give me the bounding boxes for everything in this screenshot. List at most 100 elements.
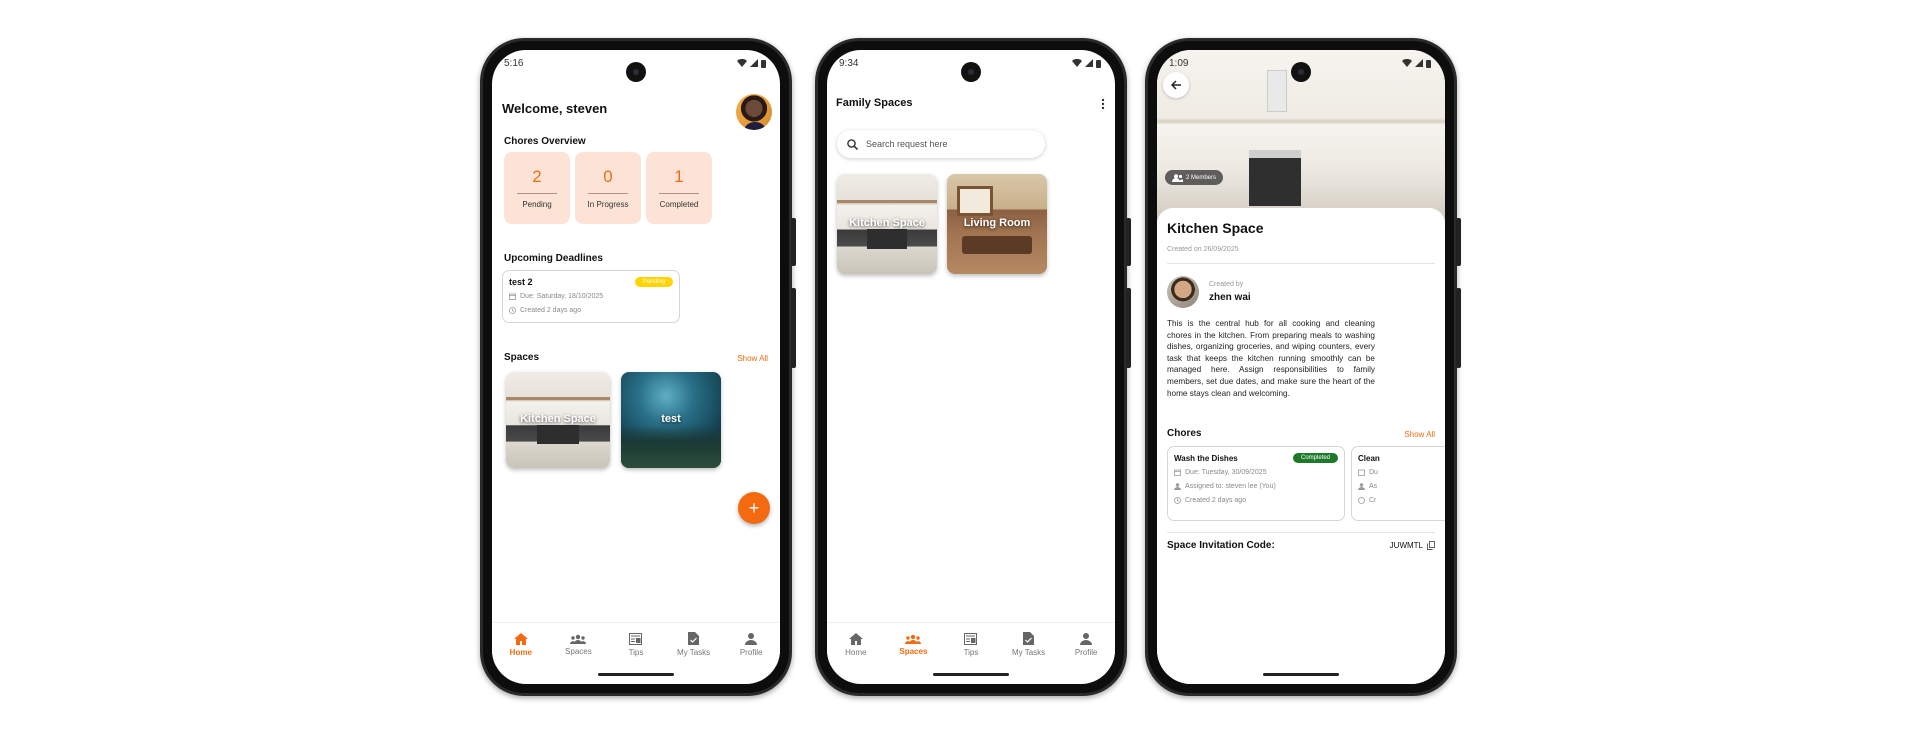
welcome-title: Welcome, steven: [502, 101, 608, 116]
chore-created-text: Cr: [1369, 497, 1377, 504]
members-chip[interactable]: 2 Members: [1165, 170, 1224, 185]
volume-button: [791, 288, 796, 368]
clock-icon: [1174, 497, 1181, 504]
space-card-kitchen[interactable]: Kitchen Space: [837, 174, 937, 274]
wifi-icon: [1072, 59, 1082, 67]
home-indicator: [1263, 673, 1339, 676]
nav-label: Home: [509, 647, 532, 657]
calendar-icon: [1358, 469, 1365, 476]
chore-assigned-text: Assigned to: steven lee (You): [1185, 483, 1276, 490]
space-card-label: Kitchen Space: [849, 217, 925, 229]
chore-title: Clean: [1358, 454, 1380, 463]
chore-assigned-text: As: [1369, 483, 1378, 490]
nav-label: My Tasks: [1011, 648, 1046, 657]
copy-icon[interactable]: [1427, 541, 1435, 550]
status-badge: Pending: [634, 277, 673, 287]
more-vert-icon[interactable]: [1101, 98, 1105, 110]
nav-label: Home: [845, 647, 867, 657]
members-count: 2 Members: [1186, 174, 1217, 181]
power-button: [1456, 218, 1461, 266]
chore-due-text: Due: Tuesday, 30/09/2025: [1185, 469, 1267, 476]
deadline-card[interactable]: test 2 Pending Due: Saturday, 18/10/2025…: [502, 270, 680, 323]
stage: 5:16 Welcome, steven Chores Overview 2 P…: [0, 0, 1918, 730]
nav-label: My Tasks: [676, 648, 711, 657]
home-screen: 5:16 Welcome, steven Chores Overview 2 P…: [492, 50, 780, 684]
nav-label: Spaces: [899, 646, 928, 656]
nav-label: Tips: [628, 647, 644, 657]
search-bar[interactable]: [837, 130, 1045, 158]
power-button: [791, 218, 796, 266]
stat-value: 0: [603, 167, 613, 186]
nav-home[interactable]: Home: [495, 632, 547, 657]
chore-card[interactable]: Wash the Dishes Completed Due: Tuesday, …: [1167, 446, 1345, 521]
arrow-back-icon: [1170, 80, 1181, 90]
add-fab-button[interactable]: +: [738, 492, 770, 524]
upcoming-deadlines-title: Upcoming Deadlines: [504, 253, 603, 264]
nav-home[interactable]: Home: [830, 632, 882, 657]
search-input[interactable]: [866, 139, 1026, 149]
stat-card-pending[interactable]: 2 Pending: [504, 152, 570, 224]
back-button[interactable]: [1163, 72, 1189, 98]
front-camera: [961, 62, 981, 82]
space-card-kitchen[interactable]: Kitchen Space: [506, 372, 610, 468]
nav-label: Tips: [963, 647, 979, 657]
creator-avatar: [1167, 276, 1199, 308]
home-indicator: [933, 673, 1009, 676]
home-icon: [848, 632, 863, 645]
user-avatar[interactable]: [736, 94, 772, 130]
chores-overview-title: Chores Overview: [504, 136, 586, 147]
wifi-icon: [737, 59, 747, 67]
chore-created: Cr: [1358, 497, 1376, 504]
stat-card-completed[interactable]: 1 Completed: [646, 152, 712, 224]
show-all-link[interactable]: Show All: [737, 354, 768, 363]
status-icons: [1402, 59, 1431, 68]
phone-family-spaces: 9:34 Family Spaces Kitchen Space Living …: [815, 38, 1131, 696]
stat-divider: [659, 193, 699, 194]
nav-tips[interactable]: Tips: [610, 632, 662, 657]
nav-tips[interactable]: Tips: [945, 632, 997, 657]
article-icon: [964, 632, 978, 645]
status-time: 9:34: [839, 57, 859, 69]
stat-label: In Progress: [587, 200, 629, 209]
divider: [1167, 532, 1435, 533]
group-icon: [1172, 173, 1183, 182]
family-spaces-screen: 9:34 Family Spaces Kitchen Space Living …: [827, 50, 1115, 684]
deadline-created: Created 2 days ago: [509, 307, 581, 314]
invite-code-text: JUWMTL: [1389, 541, 1423, 550]
task-icon: [1023, 632, 1035, 645]
space-card-test[interactable]: test: [621, 372, 721, 468]
chores-title: Chores: [1167, 428, 1202, 439]
stat-card-in-progress[interactable]: 0 In Progress: [575, 152, 641, 224]
status-icons: [737, 59, 766, 68]
person-icon: [1358, 483, 1365, 490]
page-title: Family Spaces: [836, 97, 913, 109]
signal-icon: [1415, 59, 1423, 67]
phone-home: 5:16 Welcome, steven Chores Overview 2 P…: [480, 38, 796, 696]
space-title: Kitchen Space: [1167, 220, 1264, 236]
created-by-label: Created by: [1209, 281, 1244, 288]
nav-profile[interactable]: Profile: [1060, 632, 1112, 657]
spaces-title: Spaces: [504, 352, 540, 363]
nav-profile[interactable]: Profile: [725, 632, 777, 657]
article-icon: [629, 632, 643, 645]
group-icon: [905, 634, 922, 644]
show-all-link[interactable]: Show All: [1404, 430, 1435, 439]
nav-spaces[interactable]: Spaces: [552, 634, 604, 656]
nav-my-tasks[interactable]: My Tasks: [1003, 632, 1055, 657]
task-icon: [688, 632, 700, 645]
home-indicator: [598, 673, 674, 676]
stat-label: Pending: [522, 200, 552, 209]
space-description: This is the central hub for all cooking …: [1167, 319, 1375, 398]
group-icon: [570, 634, 587, 644]
clock-icon: [1358, 497, 1365, 504]
space-card-living-room[interactable]: Living Room: [947, 174, 1047, 274]
chore-card-partial[interactable]: Clean Du As Cr: [1351, 446, 1445, 521]
status-time: 5:16: [504, 57, 524, 69]
nav-spaces[interactable]: Spaces: [887, 634, 939, 656]
nav-my-tasks[interactable]: My Tasks: [668, 632, 720, 657]
chore-title: Wash the Dishes: [1174, 454, 1238, 463]
invite-code[interactable]: JUWMTL: [1390, 541, 1435, 550]
detail-sheet: Kitchen Space Created on 26/09/2025 Crea…: [1157, 208, 1445, 684]
front-camera: [626, 62, 646, 82]
creator-name: zhen wai: [1209, 292, 1251, 303]
